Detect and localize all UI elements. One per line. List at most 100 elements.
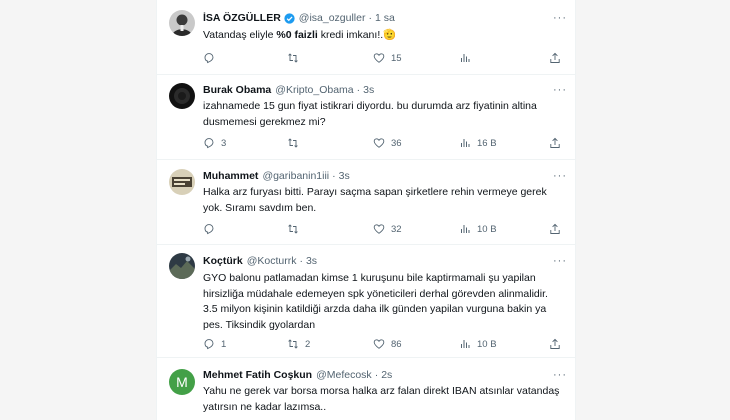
reply-count: 3 xyxy=(221,137,227,149)
like-button[interactable]: 36 xyxy=(373,137,402,149)
tweet-time[interactable]: 3s xyxy=(339,170,350,182)
reply-icon xyxy=(204,339,214,350)
avatar-letter: M xyxy=(176,374,188,390)
tweet[interactable]: M Mehmet Fatih Coşkun @Mefecosk · 2s ···… xyxy=(157,358,575,420)
like-button[interactable]: 86 xyxy=(373,338,402,350)
avatar[interactable] xyxy=(169,169,195,195)
author-handle[interactable]: @Kripto_Obama xyxy=(275,84,353,96)
author-handle[interactable]: @garibanin1iii xyxy=(262,170,329,182)
tweet-text: Vatandaş eliyle %0 faizli kredi imkanı!.… xyxy=(203,28,563,44)
reply-icon xyxy=(204,138,214,149)
tweet-actions: 15 xyxy=(203,52,565,66)
tweet-actions: 3 36 16 B xyxy=(203,137,565,151)
avatar[interactable] xyxy=(169,83,195,109)
views-count: 10 B xyxy=(477,338,497,350)
share-icon xyxy=(550,52,560,63)
author-name[interactable]: Muhammet xyxy=(203,170,258,182)
author-handle[interactable]: @Kocturrk xyxy=(247,255,297,267)
views-button[interactable] xyxy=(459,52,477,64)
views-count: 10 B xyxy=(477,223,497,235)
views-icon xyxy=(461,54,470,62)
reply-icon xyxy=(204,53,214,64)
more-icon[interactable]: ··· xyxy=(553,369,567,381)
retweet-button[interactable] xyxy=(287,137,305,149)
separator-dot: · xyxy=(368,12,372,24)
retweet-count: 2 xyxy=(305,338,311,350)
reply-button[interactable] xyxy=(203,52,221,64)
like-count: 86 xyxy=(391,338,402,350)
author-name[interactable]: Koçtürk xyxy=(203,255,243,267)
share-icon xyxy=(550,223,560,234)
author-name[interactable]: Burak Obama xyxy=(203,84,271,96)
tweet-text: izahnamede 15 gun fiyat istikrari diyord… xyxy=(203,100,537,128)
timeline-feed: İSA ÖZGÜLLER @isa_ozguller · 1 sa ··· Va… xyxy=(156,0,576,420)
retweet-button[interactable]: 2 xyxy=(287,338,310,350)
heart-icon xyxy=(373,224,385,234)
separator-dot: · xyxy=(332,170,336,182)
author-name[interactable]: Mehmet Fatih Coşkun xyxy=(203,369,312,381)
heart-icon xyxy=(373,53,385,63)
reply-button[interactable]: 1 xyxy=(203,338,226,350)
share-icon xyxy=(550,338,560,349)
heart-icon xyxy=(373,339,385,349)
tweet[interactable]: İSA ÖZGÜLLER @isa_ozguller · 1 sa ··· Va… xyxy=(157,0,575,75)
retweet-icon xyxy=(288,224,298,234)
tweet-text: GYO balonu patlamadan kimse 1 kuruşunu b… xyxy=(203,272,548,331)
views-button[interactable]: 16 B xyxy=(459,137,497,149)
tweet-time[interactable]: 2s xyxy=(381,369,392,381)
more-icon[interactable]: ··· xyxy=(553,12,567,24)
views-icon xyxy=(461,340,470,348)
heart-icon xyxy=(373,138,385,148)
more-icon[interactable]: ··· xyxy=(553,84,567,96)
tweet[interactable]: Koçtürk @Kocturrk · 3s ··· GYO balonu pa… xyxy=(157,245,575,358)
like-button[interactable]: 32 xyxy=(373,223,402,235)
views-button[interactable]: 10 B xyxy=(459,338,497,350)
verified-badge-icon xyxy=(284,12,295,24)
more-icon[interactable]: ··· xyxy=(553,255,567,267)
share-button[interactable] xyxy=(549,223,561,235)
tweet-text-part: Vatandaş eliyle xyxy=(203,29,277,41)
tweet-time[interactable]: 3s xyxy=(306,255,317,267)
tweet[interactable]: Muhammet @garibanin1iii · 3s ··· Halka a… xyxy=(157,160,575,245)
author-handle[interactable]: @isa_ozguller xyxy=(299,12,366,24)
more-icon[interactable]: ··· xyxy=(553,170,567,182)
separator-dot: · xyxy=(356,84,361,96)
author-name[interactable]: İSA ÖZGÜLLER xyxy=(203,12,281,24)
separator-dot: · xyxy=(299,255,303,267)
tweet-text-part: kredi imkanı!.🫡 xyxy=(317,29,397,41)
reply-button[interactable]: 3 xyxy=(203,137,226,149)
tweet-actions: 1 2 86 10 B xyxy=(203,338,565,352)
tweet-text-bold: %0 faizli xyxy=(276,29,318,41)
like-count: 36 xyxy=(391,137,402,149)
views-icon xyxy=(461,139,470,147)
tweet[interactable]: Burak Obama @Kripto_Obama · 3s ··· izahn… xyxy=(157,75,575,160)
retweet-icon xyxy=(288,138,298,148)
share-button[interactable] xyxy=(549,137,561,149)
retweet-button[interactable] xyxy=(287,52,305,64)
separator-dot: · xyxy=(374,369,379,381)
reply-button[interactable] xyxy=(203,223,221,235)
like-count: 32 xyxy=(391,223,402,235)
reply-count: 1 xyxy=(221,338,227,350)
share-icon xyxy=(550,137,560,148)
tweet-text: Yahu ne gerek var borsa morsa halka arz … xyxy=(203,385,560,413)
tweet-time[interactable]: 1 sa xyxy=(375,12,395,24)
author-handle[interactable]: @Mefecosk xyxy=(316,369,372,381)
share-button[interactable] xyxy=(549,52,561,64)
share-button[interactable] xyxy=(549,338,561,350)
retweet-button[interactable] xyxy=(287,223,305,235)
views-icon xyxy=(461,225,470,233)
retweet-icon xyxy=(288,339,298,349)
like-button[interactable]: 15 xyxy=(373,52,402,64)
avatar[interactable] xyxy=(169,10,195,36)
retweet-icon xyxy=(288,53,298,63)
avatar[interactable] xyxy=(169,253,195,279)
tweet-text: Halka arz furyası bitti. Parayı saçma sa… xyxy=(203,186,547,214)
reply-icon xyxy=(204,224,214,235)
like-count: 15 xyxy=(391,52,402,64)
tweet-actions: 32 10 B xyxy=(203,223,565,237)
views-button[interactable]: 10 B xyxy=(459,223,497,235)
tweet-time[interactable]: 3s xyxy=(363,84,374,96)
views-count: 16 B xyxy=(477,137,497,149)
avatar[interactable]: M xyxy=(169,369,195,395)
